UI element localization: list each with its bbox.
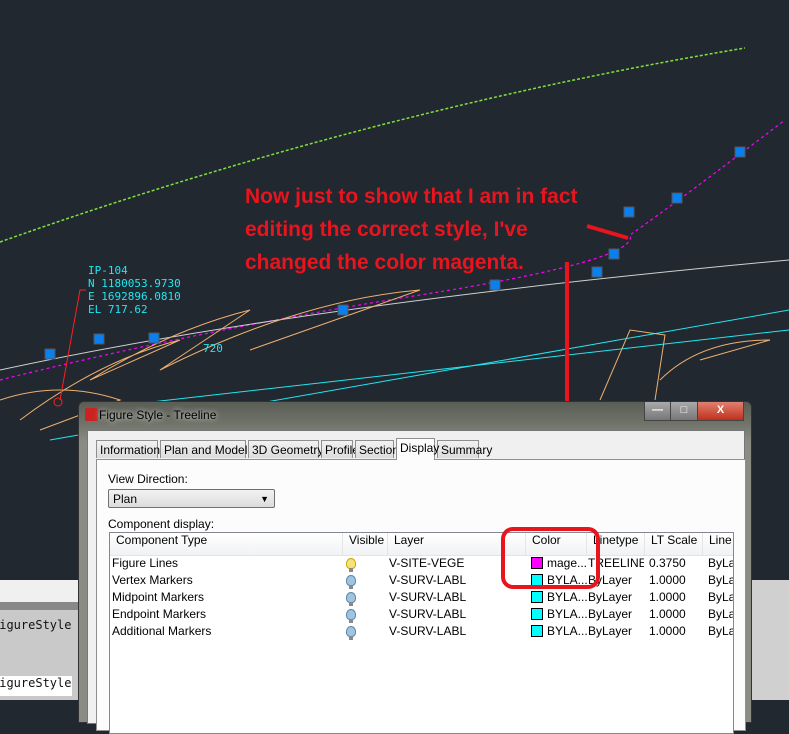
contour-label: 720 (203, 342, 223, 355)
col-component-type[interactable]: Component Type (110, 533, 343, 555)
dialog-title: Figure Style - Treeline (99, 408, 217, 422)
breakline-cyan-2 (79, 329, 789, 411)
command-input[interactable]: FigureStyle (0, 676, 72, 696)
col-lt-scale[interactable]: LT Scale (645, 533, 703, 555)
tab-profile[interactable]: Profile (321, 440, 359, 458)
lineweight-value[interactable]: ByLa (708, 573, 733, 590)
color-cell[interactable]: BYLA... (531, 590, 589, 607)
display-panel: View Direction: Plan ▼ Component display:… (96, 459, 746, 734)
component-type: Midpoint Markers (112, 590, 205, 604)
annotation-text: Now just to show that I am in fact editin… (245, 185, 578, 274)
table-row[interactable]: Endpoint Markers V-SURV-LABL BYLA... ByL… (110, 607, 733, 624)
component-table: Component Type Visible Layer Color Linet… (109, 532, 734, 734)
layer-value[interactable]: V-SURV-LABL (389, 590, 524, 607)
lineweight-value[interactable]: ByLa (708, 556, 733, 573)
chevron-down-icon: ▼ (260, 494, 269, 504)
layer-value[interactable]: V-SURV-LABL (389, 624, 524, 641)
col-visible[interactable]: Visible (343, 533, 388, 555)
linetype-value[interactable]: ByLayer (588, 590, 644, 607)
table-row[interactable]: Figure Lines V-SITE-VEGE mage... TREELIN… (110, 556, 733, 573)
color-cell[interactable]: BYLA... (531, 607, 589, 624)
annotation-highlight-box (501, 527, 600, 589)
table-row[interactable]: Vertex Markers V-SURV-LABL BYLA... ByLay… (110, 573, 733, 590)
lightbulb-icon[interactable] (346, 592, 356, 606)
close-button[interactable]: X (697, 402, 744, 421)
color-value: BYLA... (547, 607, 588, 621)
leader-line (59, 289, 86, 401)
table-row[interactable]: Midpoint Markers V-SURV-LABL BYLA... ByL… (110, 590, 733, 607)
table-row[interactable]: Additional Markers V-SURV-LABL BYLA... B… (110, 624, 733, 641)
color-cell[interactable]: BYLA... (531, 624, 589, 641)
linetype-value[interactable]: ByLayer (588, 607, 644, 624)
lineweight-value[interactable]: ByLa (708, 607, 733, 624)
layer-value[interactable]: V-SURV-LABL (389, 607, 524, 624)
lightbulb-icon[interactable] (346, 558, 356, 572)
lineweight-value[interactable]: ByLa (708, 590, 733, 607)
color-swatch (531, 591, 543, 603)
right-panel-edge (750, 580, 789, 700)
component-type: Vertex Markers (112, 573, 193, 587)
lightbulb-icon[interactable] (346, 609, 356, 623)
lt-scale-value[interactable]: 1.0000 (649, 573, 703, 590)
figure-style-dialog: Figure Style - Treeline — □ X Informatio… (78, 401, 752, 734)
tab-3d-geometry[interactable]: 3D Geometry (248, 440, 323, 458)
tab-plan-and-model[interactable]: Plan and Model (160, 440, 247, 458)
col-lineweight[interactable]: Line (703, 533, 733, 555)
lightbulb-icon[interactable] (346, 575, 356, 589)
color-swatch (531, 625, 543, 637)
app-icon (85, 408, 98, 421)
command-history: FigureStyle (0, 618, 72, 632)
lt-scale-value[interactable]: 1.0000 (649, 624, 703, 641)
minimize-button[interactable]: — (644, 402, 671, 421)
color-value: BYLA... (547, 624, 588, 638)
tab-display[interactable]: Display (396, 438, 439, 460)
linetype-value[interactable]: ByLayer (588, 624, 644, 641)
component-type: Additional Markers (112, 624, 212, 638)
annotation-pointer (586, 224, 629, 240)
lt-scale-value[interactable]: 1.0000 (649, 607, 703, 624)
component-type: Endpoint Markers (112, 607, 207, 621)
view-direction-select[interactable]: Plan ▼ (108, 489, 275, 508)
component-type: Figure Lines (112, 556, 179, 570)
color-value: BYLA... (547, 590, 588, 604)
maximize-button[interactable]: □ (670, 402, 698, 421)
color-swatch (531, 608, 543, 620)
lt-scale-value[interactable]: 1.0000 (649, 590, 703, 607)
lightbulb-icon[interactable] (346, 626, 356, 640)
view-direction-value: Plan (113, 492, 138, 506)
tab-section[interactable]: Section (355, 440, 399, 458)
tab-summary[interactable]: Summary (437, 440, 492, 458)
command-line[interactable]: FigureStyle FigureStyle (0, 580, 80, 700)
point-label: IP-104 N 1180053.9730 E 1692896.0810 EL 717… (88, 264, 181, 316)
lt-scale-value[interactable]: 0.3750 (649, 556, 703, 573)
view-direction-label: View Direction: (108, 472, 188, 486)
tab-information[interactable]: Information (96, 440, 160, 458)
component-display-label: Component display: (108, 517, 215, 531)
lineweight-value[interactable]: ByLa (708, 624, 733, 641)
